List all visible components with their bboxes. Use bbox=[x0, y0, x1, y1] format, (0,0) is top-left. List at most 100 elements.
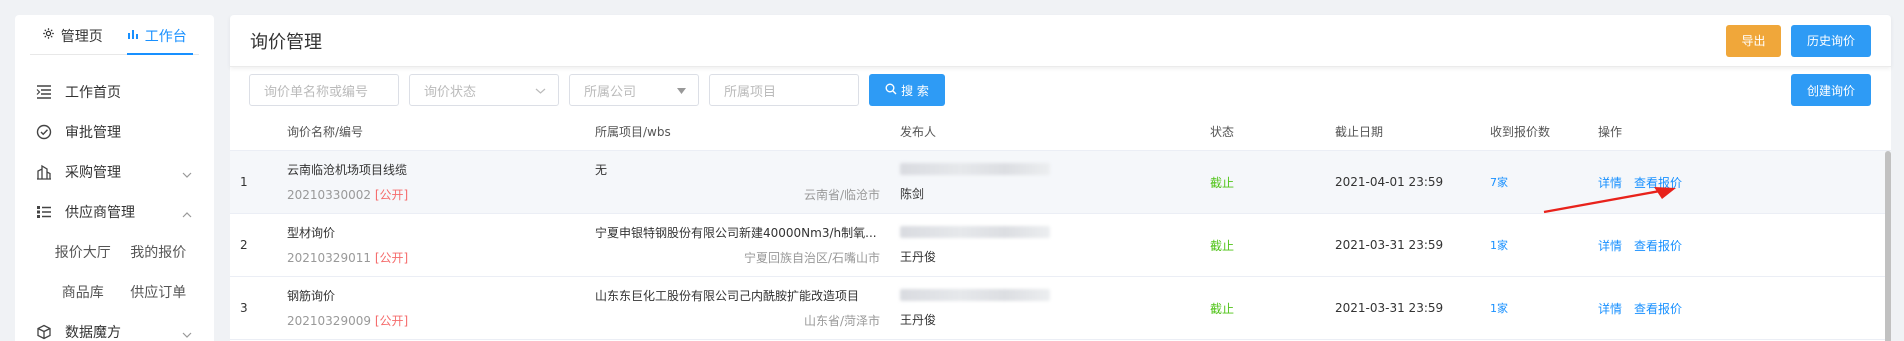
sidebar-item-label: 工作首页 bbox=[65, 85, 121, 101]
publisher-cell: 陈剑 bbox=[900, 162, 1100, 202]
inquiry-name-input[interactable]: 询价单名称或编号 bbox=[249, 74, 399, 106]
quote-count-link[interactable]: 7家 bbox=[1490, 174, 1508, 190]
export-button[interactable]: 导出 bbox=[1726, 24, 1781, 57]
tab-admin[interactable]: 管理页 bbox=[30, 17, 115, 54]
inquiry-code-line: 20210330002 [公开] bbox=[287, 186, 527, 203]
col-header-deadline: 截止日期 bbox=[1335, 125, 1384, 139]
col-header-project: 所属项目/wbs bbox=[595, 125, 671, 139]
inquiry-name-cell: 钢筋询价 20210329009 [公开] bbox=[287, 287, 527, 329]
create-inquiry-button[interactable]: 创建询价 bbox=[1791, 74, 1871, 106]
sidebar-subitem-my-quotes[interactable]: 我的报价 bbox=[121, 232, 197, 272]
detail-link[interactable]: 详情 bbox=[1598, 237, 1622, 254]
chevron-down-icon bbox=[182, 166, 192, 182]
project-cell: 宁夏申银特钢股份有限公司新建40000Nm3/h制氧... 宁夏回族自治区/石嘴… bbox=[595, 224, 880, 266]
caret-down-icon bbox=[677, 83, 686, 98]
sidebar: 管理页 工作台 工作首页 审批管理 采购管理 供应商管理 报价大厅 我的报价 商… bbox=[15, 15, 214, 341]
grid-list-icon bbox=[35, 203, 53, 221]
inquiry-code: 20210330002 bbox=[287, 188, 371, 202]
search-button-label: 搜 索 bbox=[901, 83, 929, 98]
tab-workbench[interactable]: 工作台 bbox=[115, 17, 200, 55]
project-input[interactable]: 所属项目 bbox=[709, 74, 859, 106]
chevron-down-icon bbox=[182, 326, 192, 341]
sidebar-item-purchase[interactable]: 采购管理 bbox=[15, 152, 214, 192]
page-title: 询价管理 bbox=[250, 31, 322, 53]
quote-count-link[interactable]: 1家 bbox=[1490, 237, 1508, 253]
sidebar-item-label: 审批管理 bbox=[65, 125, 121, 141]
blurred-company bbox=[900, 162, 1050, 175]
col-header-status: 状态 bbox=[1210, 125, 1235, 139]
project-region: 宁夏回族自治区/石嘴山市 bbox=[743, 251, 880, 265]
publisher-name: 王丹俊 bbox=[900, 249, 937, 264]
status-badge: 截止 bbox=[1210, 175, 1235, 190]
bar-chart-icon bbox=[127, 28, 139, 44]
inquiry-name: 型材询价 bbox=[287, 226, 336, 240]
row-actions: 详情 查看报价 bbox=[1598, 300, 1682, 317]
row-actions: 详情 查看报价 bbox=[1598, 237, 1682, 254]
sidebar-item-approval[interactable]: 审批管理 bbox=[15, 112, 214, 152]
vertical-scrollbar[interactable] bbox=[1885, 151, 1891, 341]
deadline: 2021-03-31 23:59 bbox=[1335, 301, 1444, 315]
table-row: 2 型材询价 20210329011 [公开] 宁夏申银特钢股份有限公司新建40… bbox=[230, 214, 1891, 277]
sidebar-subitem-quote-hall[interactable]: 报价大厅 bbox=[45, 232, 121, 272]
sidebar-subitem-supply-orders[interactable]: 供应订单 bbox=[121, 272, 197, 312]
project-cell: 无 云南省/临沧市 bbox=[595, 161, 880, 203]
filter-bar: 询价单名称或编号 询价状态 所属公司 所属项目 搜 索 创建询价 bbox=[249, 74, 1871, 106]
col-header-name: 询价名称/编号 bbox=[287, 125, 364, 139]
deadline: 2021-03-31 23:59 bbox=[1335, 238, 1444, 252]
check-circle-icon bbox=[35, 123, 53, 141]
sidebar-tabs: 管理页 工作台 bbox=[30, 17, 199, 55]
header-actions: 导出 历史询价 bbox=[1726, 24, 1871, 57]
view-quotes-link[interactable]: 查看报价 bbox=[1634, 237, 1682, 254]
sidebar-item-label: 数据魔方 bbox=[65, 325, 121, 341]
chevron-down-icon bbox=[535, 83, 546, 98]
row-index: 3 bbox=[240, 301, 248, 315]
table-row: 3 钢筋询价 20210329009 [公开] 山东东巨化工股份有限公司己内酰胺… bbox=[230, 277, 1891, 340]
col-header-ops: 操作 bbox=[1598, 125, 1623, 139]
tab-admin-label: 管理页 bbox=[60, 28, 103, 45]
inquiry-name-placeholder: 询价单名称或编号 bbox=[264, 84, 369, 100]
status-badge: 截止 bbox=[1210, 301, 1235, 316]
supplier-submenu: 报价大厅 我的报价 商品库 供应订单 bbox=[15, 232, 214, 312]
inquiry-status-select[interactable]: 询价状态 bbox=[409, 74, 559, 106]
search-icon bbox=[885, 83, 897, 98]
main-panel: 询价管理 导出 历史询价 询价单名称或编号 询价状态 所属公司 所属项目 搜 索… bbox=[230, 15, 1891, 341]
sidebar-menu: 工作首页 审批管理 采购管理 供应商管理 报价大厅 我的报价 商品库 供应订单 … bbox=[15, 72, 214, 341]
gear-icon bbox=[42, 27, 55, 44]
inquiry-code-line: 20210329011 [公开] bbox=[287, 249, 527, 266]
col-header-count: 收到报价数 bbox=[1490, 125, 1551, 139]
public-tag: [公开] bbox=[374, 188, 409, 202]
row-index: 1 bbox=[240, 175, 248, 189]
chevron-up-icon bbox=[182, 206, 192, 222]
search-button[interactable]: 搜 索 bbox=[869, 74, 945, 106]
project-name: 无 bbox=[595, 163, 608, 177]
sidebar-item-home[interactable]: 工作首页 bbox=[15, 72, 214, 112]
detail-link[interactable]: 详情 bbox=[1598, 300, 1622, 317]
publisher-cell: 王丹俊 bbox=[900, 225, 1100, 265]
publisher-name: 王丹俊 bbox=[900, 312, 937, 327]
page-header: 询价管理 导出 历史询价 bbox=[230, 15, 1891, 67]
sidebar-item-supplier[interactable]: 供应商管理 bbox=[15, 192, 214, 232]
col-header-publisher: 发布人 bbox=[900, 125, 937, 139]
public-tag: [公开] bbox=[374, 251, 409, 265]
inquiry-status-placeholder: 询价状态 bbox=[424, 84, 477, 100]
cube-icon bbox=[35, 323, 53, 341]
history-inquiry-button[interactable]: 历史询价 bbox=[1791, 24, 1871, 57]
project-placeholder: 所属项目 bbox=[724, 84, 777, 100]
company-select[interactable]: 所属公司 bbox=[569, 74, 699, 106]
sidebar-item-data-cube[interactable]: 数据魔方 bbox=[15, 312, 214, 341]
inquiry-name: 云南临沧机场项目线缆 bbox=[287, 163, 408, 177]
tab-workbench-label: 工作台 bbox=[144, 28, 187, 45]
view-quotes-link[interactable]: 查看报价 bbox=[1634, 300, 1682, 317]
table-header: 询价名称/编号 所属项目/wbs 发布人 状态 截止日期 收到报价数 操作 bbox=[230, 113, 1891, 151]
project-name: 山东东巨化工股份有限公司己内酰胺扩能改造项目 bbox=[595, 289, 860, 303]
blurred-company bbox=[900, 288, 1050, 301]
inquiry-code: 20210329011 bbox=[287, 251, 371, 265]
inquiry-name-cell: 云南临沧机场项目线缆 20210330002 [公开] bbox=[287, 161, 527, 203]
quote-count-link[interactable]: 1家 bbox=[1490, 300, 1508, 316]
sidebar-subitem-product-library[interactable]: 商品库 bbox=[45, 272, 121, 312]
row-index: 2 bbox=[240, 238, 248, 252]
sidebar-item-label: 采购管理 bbox=[65, 165, 121, 181]
list-indent-icon bbox=[35, 83, 53, 101]
inquiry-code: 20210329009 bbox=[287, 314, 371, 328]
public-tag: [公开] bbox=[374, 314, 409, 328]
